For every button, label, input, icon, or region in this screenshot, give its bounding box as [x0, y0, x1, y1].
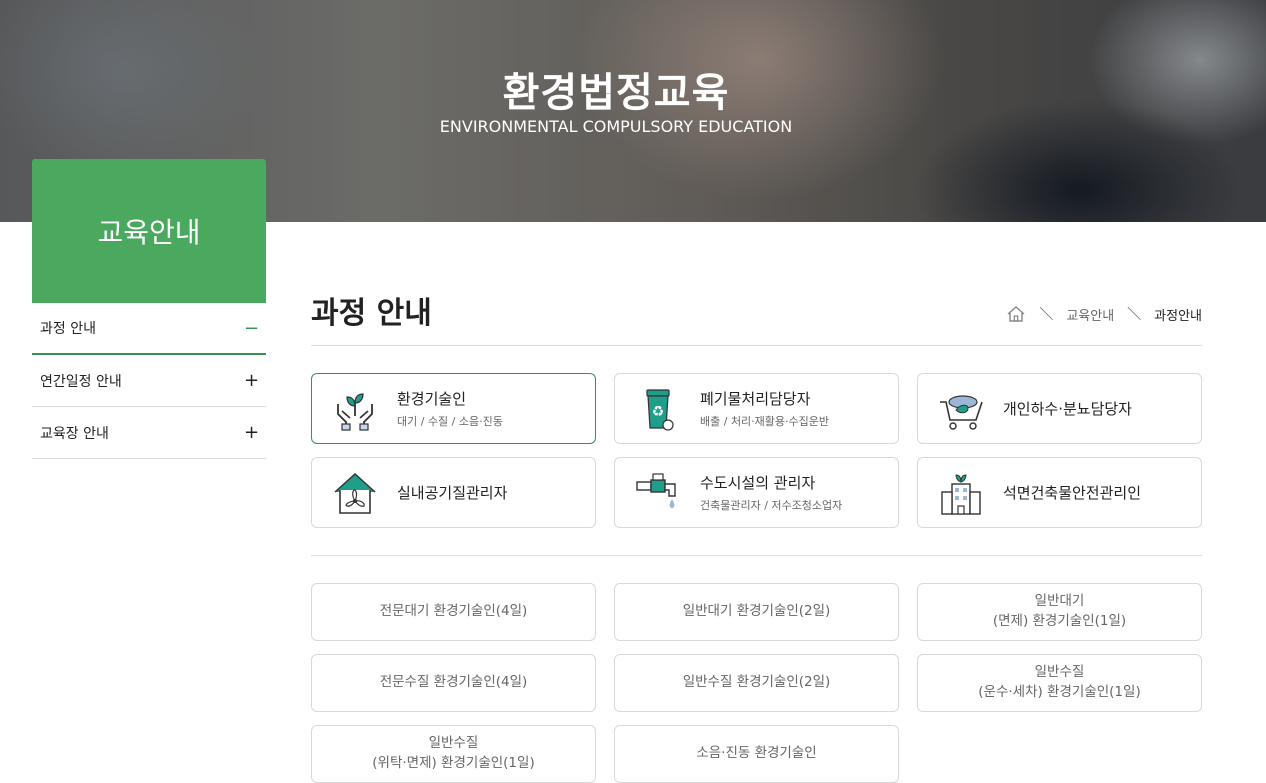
- sidebar-title: 교육안내: [32, 159, 266, 303]
- recycle-bin-icon: ♻: [635, 386, 681, 432]
- category-desc: 대기 / 수질 / 소음·진동: [397, 415, 503, 428]
- cart-icon: [938, 386, 984, 432]
- category-desc: 건축물관리자 / 저수조청소업자: [700, 499, 843, 512]
- breadcrumb-current: 과정안내: [1154, 308, 1202, 324]
- course-label-sub: (운수·세차) 환경기술인(1일): [978, 684, 1141, 700]
- course-label: 전문대기 환경기술인(4일): [379, 603, 528, 620]
- sidebar-item-label: 교육장 안내: [40, 425, 109, 442]
- category-card-water-facility-manager[interactable]: 수도시설의 관리자 건축물관리자 / 저수조청소업자: [614, 457, 899, 528]
- course-button[interactable]: 일반수질 (운수·세차) 환경기술인(1일): [917, 654, 1202, 712]
- sidebar-item-venue-info[interactable]: 교육장 안내 +: [32, 407, 266, 459]
- course-label: 일반대기 환경기술인(2일): [682, 603, 831, 620]
- faucet-icon: [635, 470, 681, 516]
- category-desc: 배출 / 처리·재활용·수집운반: [700, 415, 830, 428]
- breadcrumb-separator: ＼: [1039, 307, 1054, 323]
- course-button[interactable]: 일반대기 (면제) 환경기술인(1일): [917, 583, 1202, 641]
- category-name: 석면건축물안전관리인: [1003, 484, 1142, 502]
- course-label: 일반대기: [1034, 593, 1085, 610]
- course-grid: 전문대기 환경기술인(4일) 일반대기 환경기술인(2일) 일반대기 (면제) …: [311, 583, 1202, 783]
- house-fan-icon: [332, 470, 378, 516]
- page-title: 과정 안내: [311, 296, 432, 331]
- course-button[interactable]: 일반수질 (위탁·면제) 환경기술인(1일): [311, 725, 596, 783]
- divider: [311, 555, 1202, 556]
- category-grid: 환경기술인 대기 / 수질 / 소음·진동 ♻ 폐기물처리담당자 배출 / 처리…: [311, 373, 1202, 528]
- category-card-indoor-air-manager[interactable]: 실내공기질관리자: [311, 457, 596, 528]
- plus-icon: +: [244, 370, 260, 391]
- sidebar-item-label: 과정 안내: [40, 321, 96, 337]
- home-icon[interactable]: [1006, 305, 1026, 323]
- category-name: 실내공기질관리자: [397, 484, 508, 502]
- course-label: 일반수질: [428, 735, 479, 752]
- course-label-sub: (위탁·면제) 환경기술인(1일): [372, 755, 535, 771]
- course-label: 일반수질: [1034, 664, 1085, 681]
- category-card-env-engineer[interactable]: 환경기술인 대기 / 수질 / 소음·진동: [311, 373, 596, 444]
- course-button[interactable]: 일반수질 환경기술인(2일): [614, 654, 899, 712]
- course-button[interactable]: 소음·진동 환경기술인: [614, 725, 899, 783]
- breadcrumb-section[interactable]: 교육안내: [1066, 305, 1114, 324]
- category-name: 폐기물처리담당자: [700, 390, 811, 408]
- minus-icon: −: [244, 317, 260, 339]
- hero-subtitle: ENVIRONMENTAL COMPULSORY EDUCATION: [439, 117, 793, 136]
- course-label: 소음·진동 환경기술인: [696, 745, 817, 762]
- sidebar-menu: 과정 안내 − 연간일정 안내 + 교육장 안내 +: [32, 303, 266, 459]
- plus-icon: +: [244, 422, 260, 443]
- breadcrumb-separator: ＼: [1127, 307, 1142, 323]
- category-card-asbestos-manager[interactable]: 석면건축물안전관리인: [917, 457, 1202, 528]
- building-icon: [938, 470, 984, 516]
- course-button[interactable]: 전문대기 환경기술인(4일): [311, 583, 596, 641]
- breadcrumb: ＼ 교육안내 ＼ 과정안내: [1006, 304, 1202, 324]
- course-button[interactable]: 일반대기 환경기술인(2일): [614, 583, 899, 641]
- category-card-waste-manager[interactable]: ♻ 폐기물처리담당자 배출 / 처리·재활용·수집운반: [614, 373, 899, 444]
- course-label: 전문수질 환경기술인(4일): [379, 674, 528, 691]
- category-name: 개인하수·분뇨담당자: [1003, 400, 1132, 418]
- sidebar-item-annual-schedule[interactable]: 연간일정 안내 +: [32, 355, 266, 407]
- course-label-sub: (면제) 환경기술인(1일): [992, 613, 1127, 629]
- plant-hands-icon: [332, 386, 378, 432]
- svg-text:♻: ♻: [652, 404, 665, 420]
- sidebar-item-course-info[interactable]: 과정 안내 −: [32, 303, 266, 355]
- category-name: 환경기술인: [397, 390, 467, 408]
- category-card-sewage-manager[interactable]: 개인하수·분뇨담당자: [917, 373, 1202, 444]
- category-name: 수도시설의 관리자: [700, 474, 816, 492]
- divider: [311, 345, 1202, 346]
- hero-title: 환경법정교육: [502, 70, 730, 116]
- sidebar-item-label: 연간일정 안내: [40, 373, 122, 390]
- course-button[interactable]: 전문수질 환경기술인(4일): [311, 654, 596, 712]
- course-label: 일반수질 환경기술인(2일): [682, 674, 831, 691]
